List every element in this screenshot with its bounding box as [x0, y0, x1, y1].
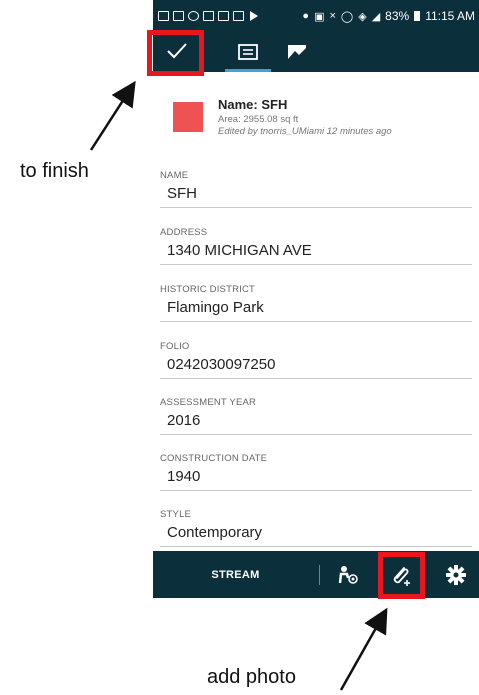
finish-arrow: [89, 80, 136, 151]
photo-arrow: [339, 607, 388, 691]
finish-annotation-text: to finish: [20, 160, 89, 182]
photo-annotation-text: add photo: [207, 666, 296, 688]
annotation-arrows: [89, 80, 388, 691]
